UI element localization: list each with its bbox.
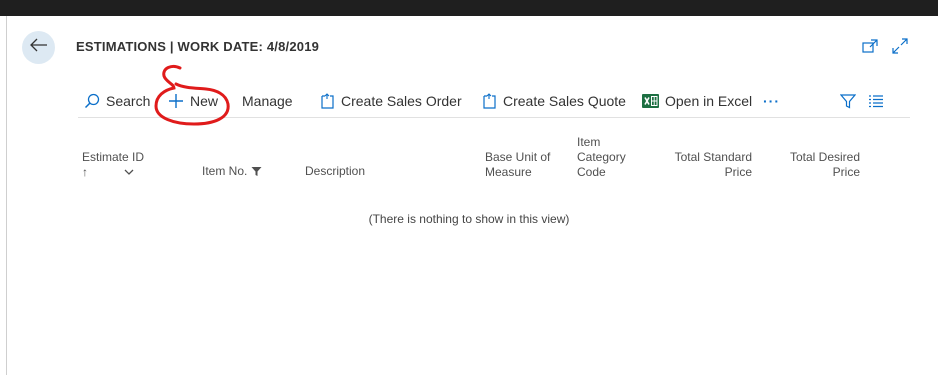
- empty-list-message: (There is nothing to show in this view): [368, 212, 570, 226]
- open-new-window-icon[interactable]: [862, 39, 878, 53]
- plus-icon: [168, 93, 184, 109]
- create-sales-order-button[interactable]: Create Sales Order: [320, 90, 462, 112]
- more-label: ···: [763, 93, 780, 109]
- column-header-estimate-id[interactable]: Estimate ID ↑: [82, 150, 144, 180]
- arrow-left-icon: [29, 38, 48, 57]
- action-bar: Search New Manage Create Sales Order Cre…: [78, 84, 910, 118]
- search-label: Search: [106, 93, 151, 109]
- filter-icon: [840, 93, 856, 109]
- create-sales-quote-button[interactable]: Create Sales Quote: [482, 90, 626, 112]
- list-view-button[interactable]: [868, 90, 884, 112]
- window-top-bar: [0, 0, 938, 16]
- description-label: Description: [305, 164, 366, 178]
- column-header-total-standard-price[interactable]: Total Standard Price: [660, 150, 752, 180]
- total-desired-label-line1: Total Desired: [789, 150, 860, 164]
- item-category-label-line2: Category: [577, 150, 626, 164]
- item-category-label-line3: Code: [577, 165, 606, 179]
- item-no-label: Item No.: [202, 164, 248, 178]
- open-in-excel-label: Open in Excel: [665, 93, 753, 109]
- column-header-item-no[interactable]: Item No.: [202, 164, 262, 179]
- page-title: ESTIMATIONS | WORK DATE: 4/8/2019: [76, 39, 320, 54]
- more-options-button[interactable]: ···: [763, 90, 780, 112]
- item-category-label-line1: Item: [577, 135, 601, 149]
- new-label: New: [190, 93, 219, 109]
- chevron-down-icon[interactable]: [124, 169, 134, 176]
- sort-ascending-icon: ↑: [82, 165, 88, 179]
- column-header-total-desired-price[interactable]: Total Desired Price: [770, 150, 860, 180]
- search-icon: [84, 93, 100, 109]
- estimate-id-label: Estimate ID: [82, 150, 145, 164]
- manage-label: Manage: [242, 93, 293, 109]
- back-button[interactable]: [22, 31, 55, 64]
- total-standard-label-line2: Price: [724, 165, 752, 179]
- search-button[interactable]: Search: [84, 90, 150, 112]
- expand-icon[interactable]: [892, 38, 908, 54]
- filter-pane-button[interactable]: [840, 90, 856, 112]
- filter-applied-icon: [251, 166, 262, 177]
- list-icon: [868, 94, 884, 108]
- excel-icon: [642, 93, 659, 109]
- base-unit-label-line2: Measure: [485, 165, 532, 179]
- left-border: [6, 16, 7, 375]
- column-header-item-category-code[interactable]: Item Category Code: [577, 135, 626, 180]
- document-new-icon: [482, 93, 497, 109]
- open-in-excel-button[interactable]: Open in Excel: [642, 90, 752, 112]
- manage-button[interactable]: Manage: [242, 90, 293, 112]
- base-unit-label-line1: Base Unit of: [485, 150, 551, 164]
- new-button[interactable]: New: [168, 90, 218, 112]
- document-new-icon: [320, 93, 335, 109]
- total-standard-label-line1: Total Standard: [674, 150, 752, 164]
- total-desired-label-line2: Price: [832, 165, 860, 179]
- create-sales-order-label: Create Sales Order: [341, 93, 462, 109]
- create-sales-quote-label: Create Sales Quote: [503, 93, 626, 109]
- column-header-base-unit[interactable]: Base Unit of Measure: [485, 150, 550, 180]
- column-header-description[interactable]: Description: [305, 164, 365, 179]
- title-actions: [862, 38, 908, 54]
